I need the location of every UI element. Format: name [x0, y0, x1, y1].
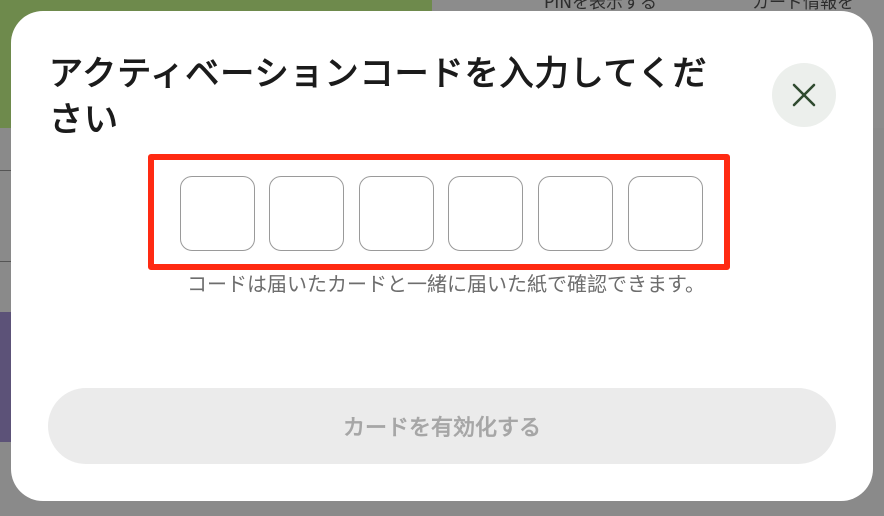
close-button[interactable] — [772, 63, 836, 127]
code-digit-input-1[interactable] — [180, 176, 255, 251]
activate-card-button[interactable]: カードを有効化する — [48, 388, 836, 464]
activation-modal: アクティベーションコードを入力してください コードは届いたカードと一緒に届いた紙… — [11, 11, 873, 501]
code-digit-input-5[interactable] — [538, 176, 613, 251]
code-hint-text: コードは届いたカードと一緒に届いた紙で確認できます。 — [187, 272, 705, 296]
code-digit-input-3[interactable] — [359, 176, 434, 251]
code-digit-input-2[interactable] — [269, 176, 344, 251]
code-digit-input-4[interactable] — [448, 176, 523, 251]
code-digit-input-6[interactable] — [628, 176, 703, 251]
close-icon — [792, 83, 816, 107]
modal-title: アクティベーションコードを入力してください — [49, 54, 708, 140]
